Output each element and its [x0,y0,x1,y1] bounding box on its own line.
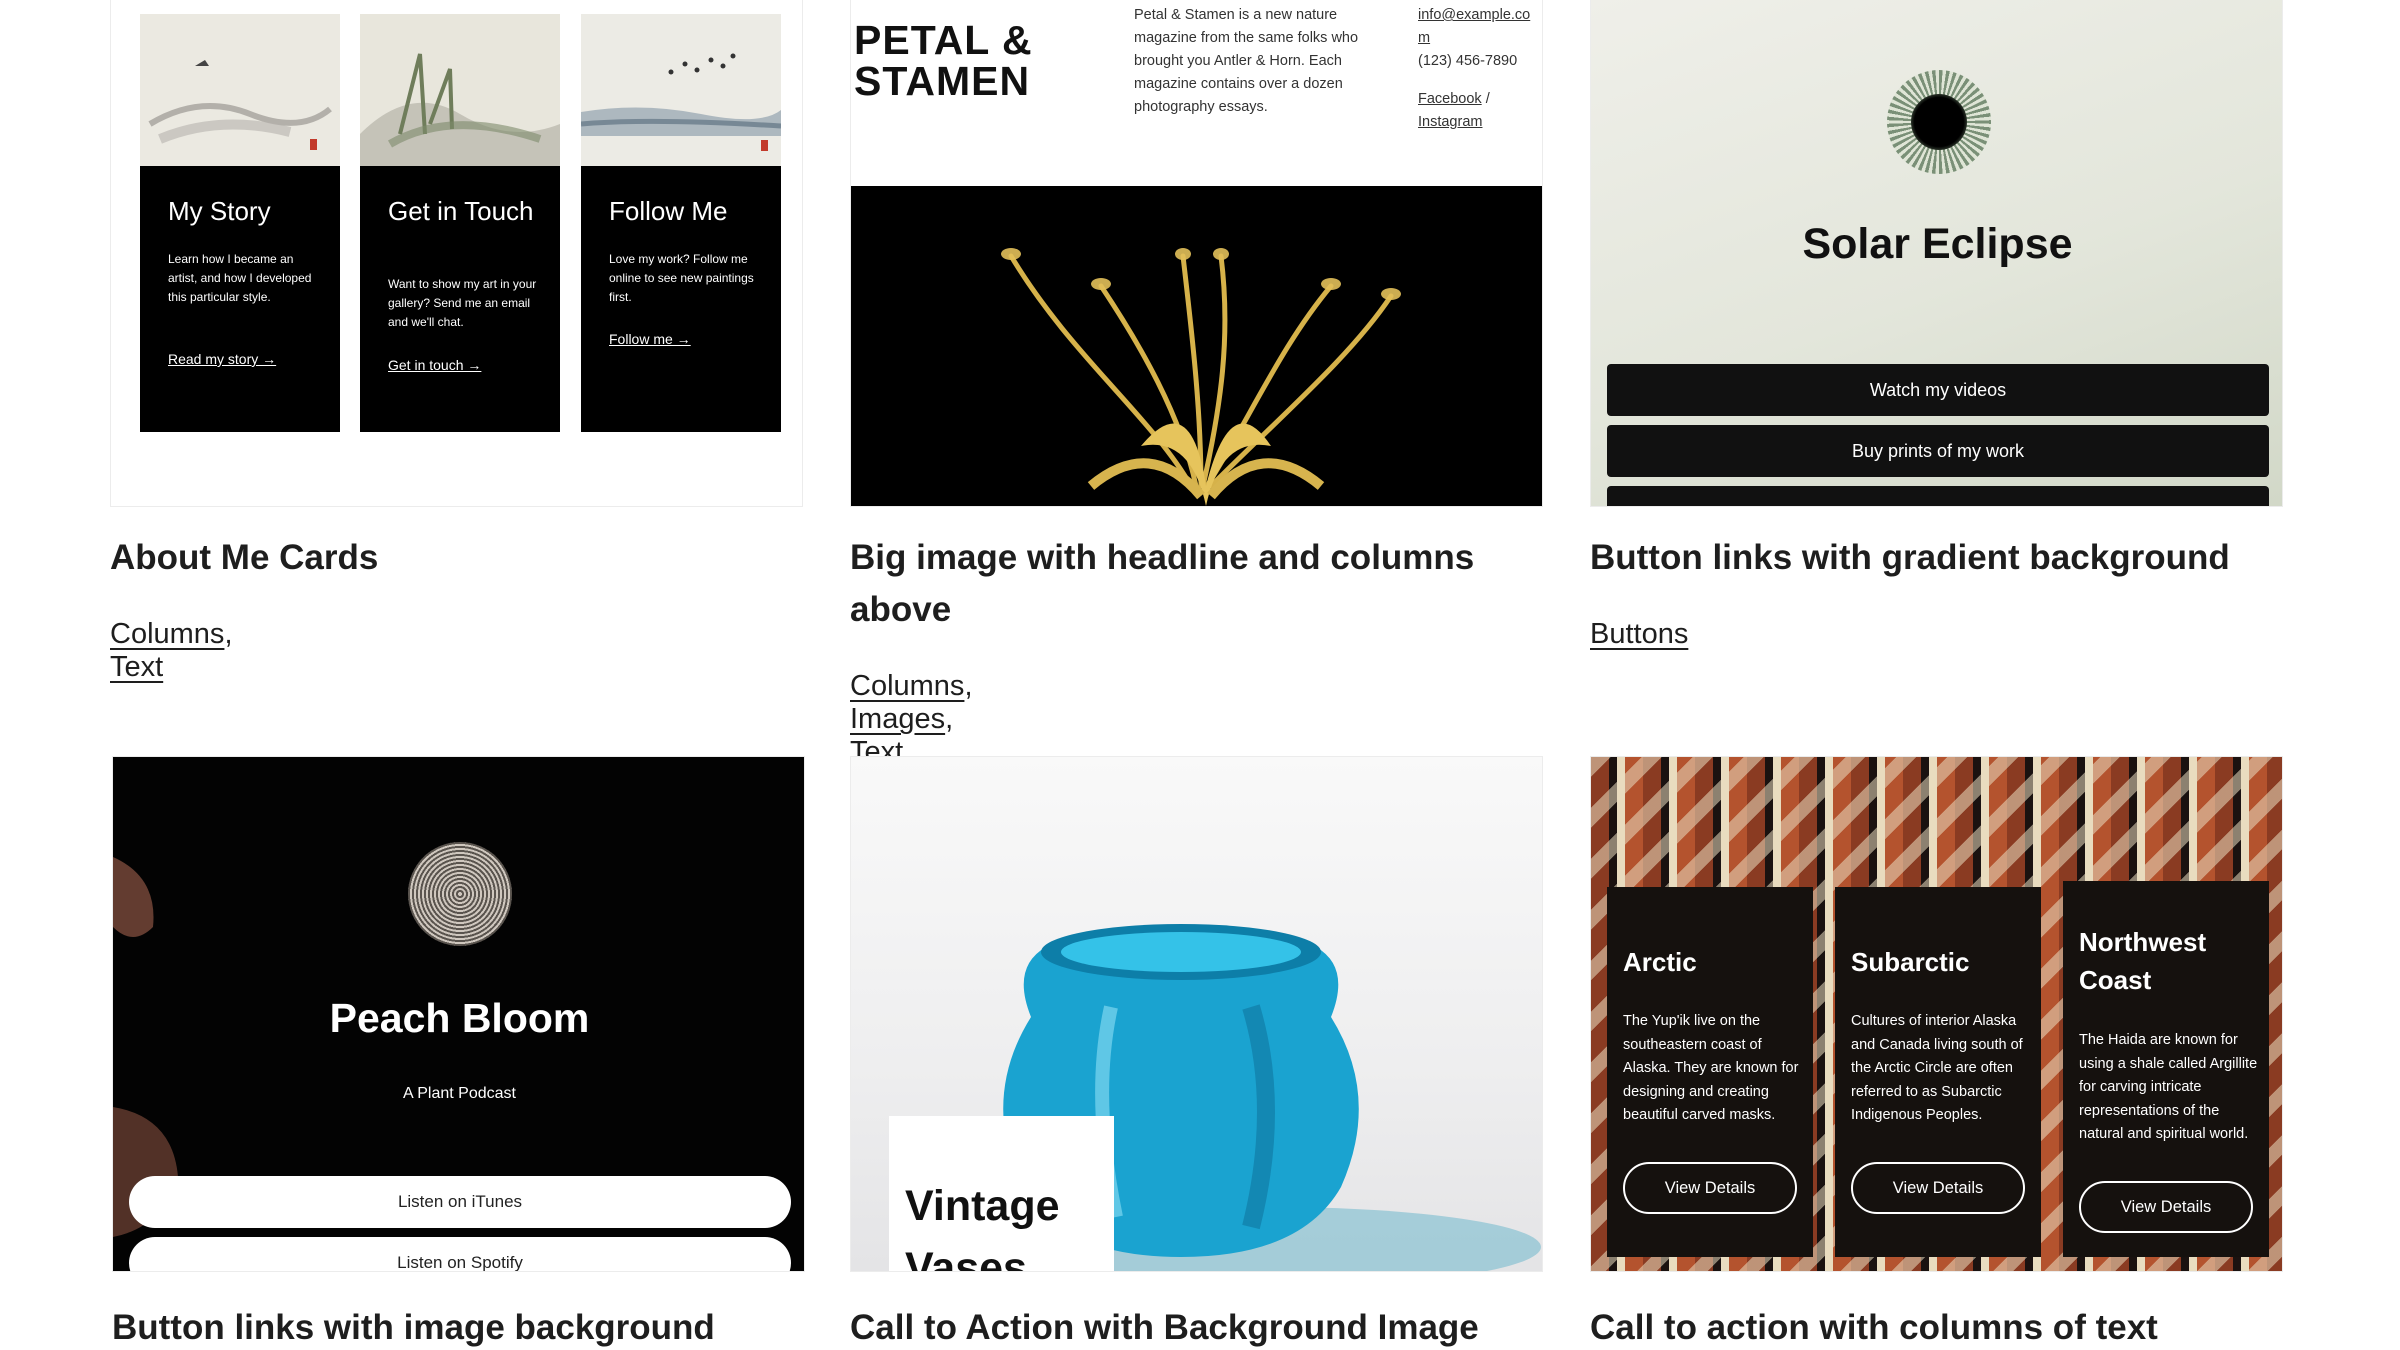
column-text: Cultures of interior Alaska and Canada l… [1851,1013,2023,1123]
column-text: The Haida are known for using a shale ca… [2079,1032,2258,1142]
view-details-button[interactable]: View Details [1851,1162,2025,1214]
magazine-description: Petal & Stamen is a new nature magazine … [1134,7,1359,115]
pattern-preview-vintage-vases[interactable]: Vintage Vases [850,756,1543,1272]
pattern-title[interactable]: Big image with headline and columns abov… [850,532,1543,636]
column-text: The Yup'ik live on the southeastern coas… [1623,1013,1799,1123]
magazine-contact: info@example.co m (123) 456-7890 Faceboo… [1418,4,1542,134]
pattern-preview-about-me[interactable]: My Story Learn how I became an artist, a… [110,0,803,507]
solar-eclipse-headline: Solar Eclipse [1802,220,2073,268]
about-card-text: Learn how I became an artist, and how I … [168,252,312,304]
about-card-title: Follow Me [609,196,728,226]
tag-link-columns[interactable]: Columns [850,670,964,702]
column-northwest-coast: Northwest Coast The Haida are known for … [2063,881,2269,1257]
pattern-tags: Buttons [1590,618,1688,651]
pattern-title[interactable]: Button links with image background [112,1302,805,1350]
about-card-link[interactable]: Follow me → [609,331,691,347]
column-title: Subarctic [1851,947,1970,977]
about-card-my-story: My Story Learn how I became an artist, a… [140,14,340,432]
social-separator: / [1481,91,1490,107]
pattern-preview-peach-bloom[interactable]: Peach Bloom A Plant Podcast Listen on iT… [112,756,805,1272]
tag-separator: , [945,703,954,735]
contact-email-line2[interactable]: m [1418,27,1542,50]
tag-link-columns[interactable]: Columns [110,618,224,650]
itunes-button[interactable]: Listen on iTunes [129,1176,791,1228]
contact-email-line1[interactable]: info@example.co [1418,4,1542,27]
tag-separator: , [224,618,233,650]
tag-link-buttons[interactable]: Buttons [1590,618,1688,650]
about-card-link[interactable]: Read my story → [168,351,276,367]
column-subarctic: Subarctic Cultures of interior Alaska an… [1835,887,2041,1257]
artwork-image [140,14,340,166]
artwork-image [360,14,560,166]
contact-phone: (123) 456-7890 [1418,53,1518,69]
pattern-preview-solar-eclipse[interactable]: Solar Eclipse Watch my videos Buy prints… [1590,0,2283,507]
column-title: Northwest Coast [2079,927,2207,995]
about-card-follow-me: Follow Me Love my work? Follow me online… [581,14,781,432]
vintage-vases-line1: Vintage [905,1182,1060,1230]
pattern-title[interactable]: About Me Cards [110,532,803,584]
pattern-title[interactable]: Call to action with columns of text [1590,1302,2283,1350]
about-card-title: My Story [168,196,271,226]
tag-link-text[interactable]: Text [110,651,163,683]
spotify-button[interactable]: Listen on Spotify [129,1237,791,1271]
pattern-tags: Columns, Text [110,618,233,684]
vintage-vases-headline: Vintage Vases [905,1175,1105,1272]
about-card-title: Get in Touch [388,196,534,226]
record-icon [408,842,512,946]
partial-button[interactable] [1607,486,2269,506]
pattern-title[interactable]: Call to Action with Background Image [850,1302,1543,1350]
pattern-preview-petal-stamen[interactable]: PETAL & STAMEN Petal & Stamen is a new n… [850,0,1543,507]
about-card-text: Want to show my art in your gallery? Sen… [388,277,537,329]
view-details-button[interactable]: View Details [1623,1162,1797,1214]
peach-bloom-headline: Peach Bloom [329,995,590,1041]
about-card-text: Love my work? Follow me online to see ne… [609,252,754,304]
magazine-headline-line1: PETAL & [854,17,1033,63]
vintage-vases-line2: Vases [905,1244,1027,1272]
view-details-button[interactable]: View Details [2079,1181,2253,1233]
pattern-title[interactable]: Button links with gradient background [1590,532,2283,584]
magazine-headline: PETAL & STAMEN [854,20,1033,102]
eclipse-icon [1887,70,1991,174]
column-title: Arctic [1623,947,1697,977]
column-arctic: Arctic The Yup'ik live on the southeaste… [1607,887,1813,1257]
buy-prints-button[interactable]: Buy prints of my work [1607,425,2269,477]
instagram-link[interactable]: Instagram [1418,111,1542,134]
tag-separator: , [964,670,973,702]
podcast-subtitle: A Plant Podcast [403,1085,516,1102]
magazine-headline-line2: STAMEN [854,58,1031,104]
tag-link-images[interactable]: Images [850,703,945,735]
artwork-image [581,14,781,166]
contact-social: Facebook / [1418,88,1542,111]
facebook-link[interactable]: Facebook [1418,91,1482,107]
about-card-link[interactable]: Get in touch → [388,357,481,373]
pattern-tags: Columns, Images, Text [850,670,973,769]
pattern-preview-indigenous-columns[interactable]: Arctic The Yup'ik live on the southeaste… [1590,756,2283,1272]
watch-videos-button[interactable]: Watch my videos [1607,364,2269,416]
flower-image [851,186,1542,506]
about-card-get-in-touch: Get in Touch Want to show my art in your… [360,14,560,432]
